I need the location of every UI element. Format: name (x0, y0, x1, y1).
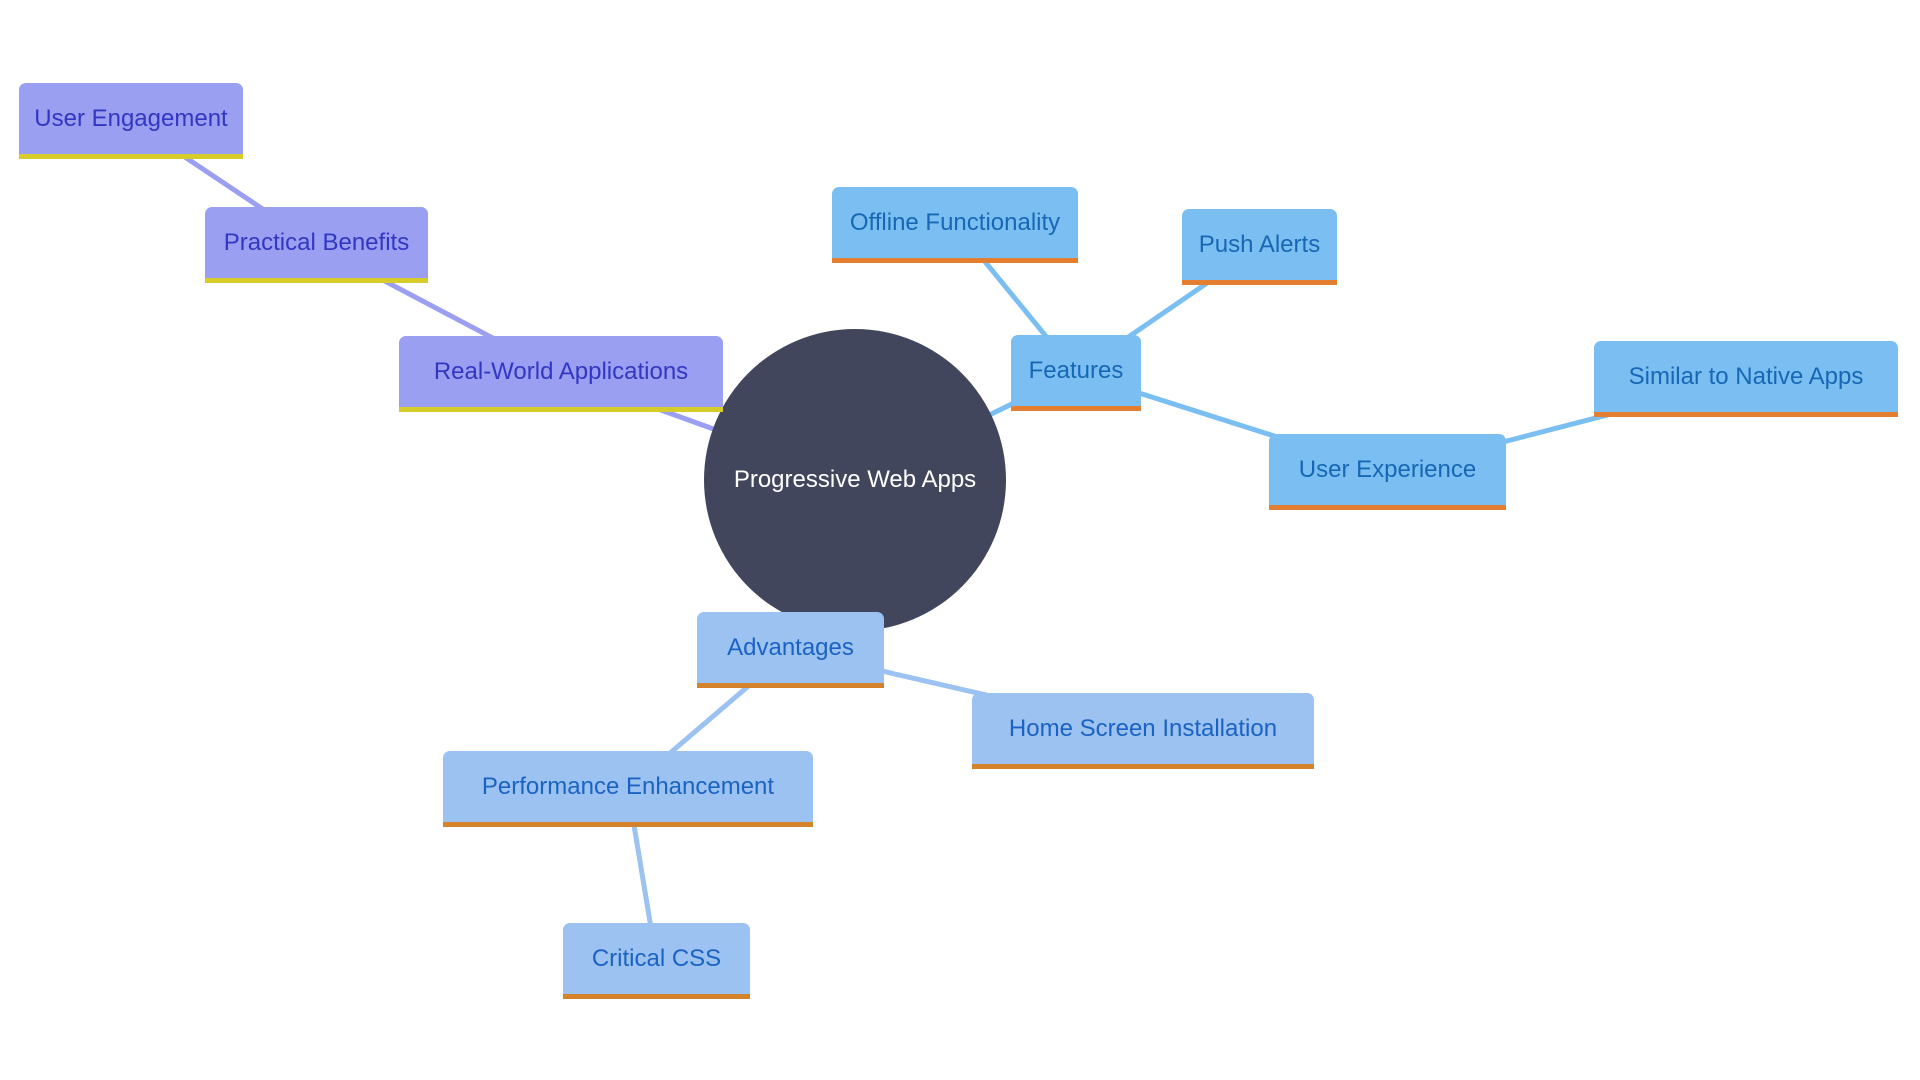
node-label: User Engagement (34, 104, 228, 132)
node-label: Offline Functionality (849, 208, 1061, 236)
root-node-progressive-web-apps[interactable]: Progressive Web Apps (704, 329, 1006, 631)
node-label: Practical Benefits (223, 228, 410, 256)
node-label: Home Screen Installation (1008, 714, 1278, 742)
node-label: Real-World Applications (433, 357, 689, 385)
node-label: Critical CSS (591, 944, 722, 972)
node-push-alerts[interactable]: Push Alerts (1182, 209, 1337, 285)
node-features[interactable]: Features (1011, 335, 1141, 411)
root-node-label: Progressive Web Apps (733, 466, 977, 493)
node-advantages[interactable]: Advantages (697, 612, 884, 688)
node-home-screen-installation[interactable]: Home Screen Installation (972, 693, 1314, 769)
node-label: Features (1028, 356, 1124, 384)
node-real-world-applications[interactable]: Real-World Applications (399, 336, 723, 412)
node-user-engagement[interactable]: User Engagement (19, 83, 243, 159)
node-performance-enhancement[interactable]: Performance Enhancement (443, 751, 813, 827)
node-user-experience[interactable]: User Experience (1269, 434, 1506, 510)
node-label: User Experience (1298, 455, 1477, 483)
node-similar-to-native-apps[interactable]: Similar to Native Apps (1594, 341, 1898, 417)
node-label: Performance Enhancement (481, 772, 775, 800)
node-critical-css[interactable]: Critical CSS (563, 923, 750, 999)
node-label: Similar to Native Apps (1628, 362, 1864, 390)
node-label: Advantages (727, 633, 854, 661)
node-label: Push Alerts (1198, 230, 1321, 258)
node-offline-functionality[interactable]: Offline Functionality (832, 187, 1078, 263)
node-practical-benefits[interactable]: Practical Benefits (205, 207, 428, 283)
